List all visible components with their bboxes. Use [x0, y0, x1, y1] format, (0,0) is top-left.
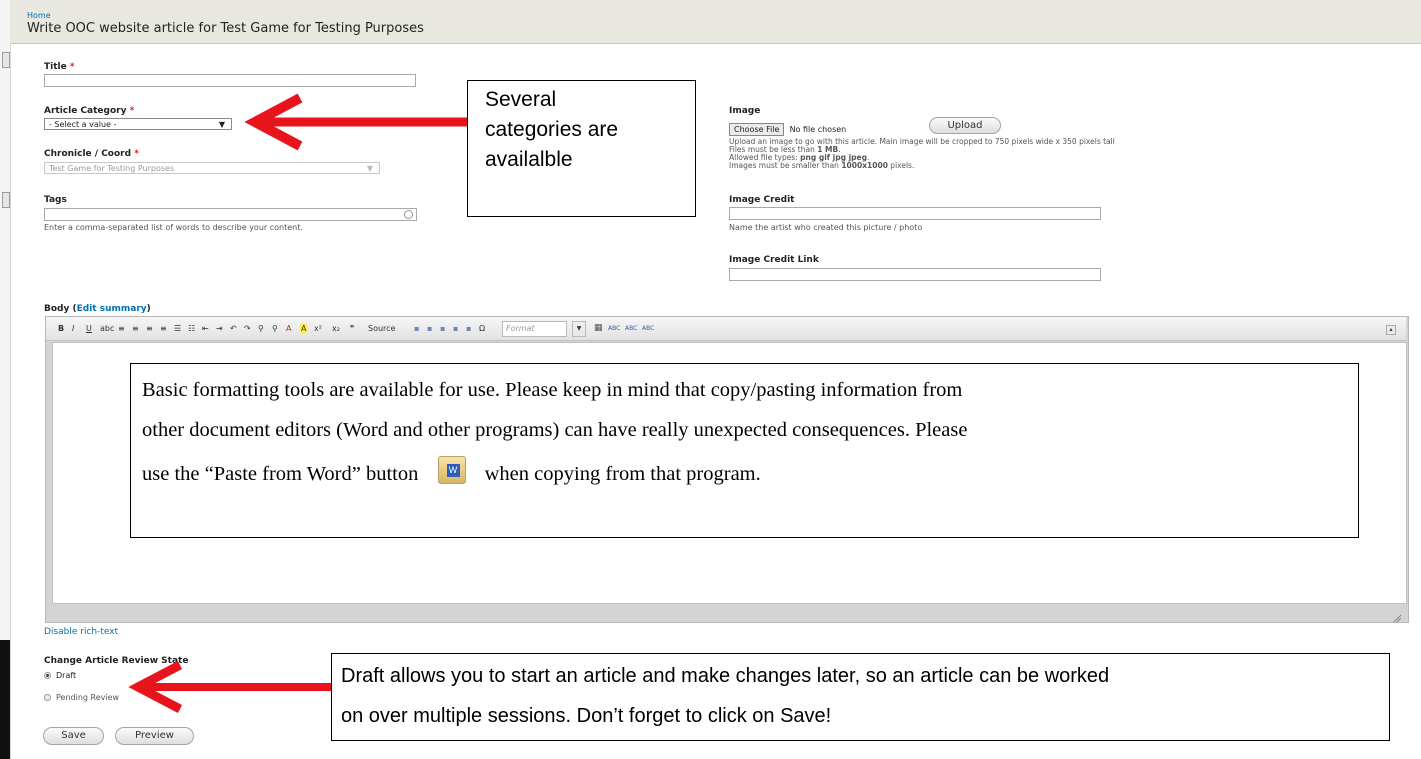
- blockquote-icon[interactable]: ❞: [350, 323, 354, 334]
- chronicle-value: Test Game for Testing Purposes: [49, 164, 175, 173]
- review-option-pending[interactable]: Pending Review: [44, 693, 119, 702]
- required-mark: *: [69, 62, 75, 72]
- bold-icon[interactable]: B: [58, 323, 64, 334]
- arrow-to-draft-icon: [128, 661, 333, 713]
- review-option-draft[interactable]: Draft: [44, 671, 76, 680]
- outdent-icon[interactable]: ⇤: [202, 323, 209, 334]
- superscript-icon[interactable]: x²: [314, 323, 322, 334]
- image-credit-link-label: Image Credit Link: [729, 255, 819, 265]
- tags-description: Enter a comma-separated list of words to…: [44, 223, 303, 232]
- bulleted-list-icon[interactable]: ☰: [174, 323, 181, 334]
- window-dark-strip: [0, 640, 10, 759]
- undo-icon[interactable]: ↶: [230, 323, 237, 334]
- indent-icon[interactable]: ⇥: [216, 323, 223, 334]
- subscript-icon[interactable]: x₂: [332, 323, 340, 334]
- page-title: Write OOC website article for Test Game …: [27, 21, 424, 36]
- required-mark: *: [129, 106, 135, 116]
- paste-from-word-icon: W: [437, 456, 466, 484]
- arrow-to-category-icon: [245, 93, 467, 151]
- article-category-select[interactable]: - Select a value - ▼: [44, 118, 232, 130]
- underline-icon[interactable]: U: [86, 323, 92, 334]
- spellcheck-icon[interactable]: ABC: [608, 323, 620, 334]
- source-button[interactable]: Source: [368, 323, 395, 334]
- edge-tab: [2, 192, 10, 208]
- save-button[interactable]: Save: [43, 727, 104, 745]
- tags-label: Tags: [44, 195, 67, 205]
- radio-label: Draft: [56, 671, 77, 680]
- callout-text: Basic formatting tools are available for…: [142, 379, 963, 401]
- editor-toolbar: B I Uabc ≡ ≡ ≡ ≡ ☰ ☷ ⇤ ⇥ ↶ ↷ ⚲ ⚲ A Ax² x₂ ❞ Source ▪ ▪ ▪ ▪ ▪ Ω For…: [46, 317, 1406, 341]
- image-icon[interactable]: ▪: [453, 323, 458, 334]
- article-category-value: - Select a value -: [49, 120, 117, 129]
- body-label: Body (Edit summary): [44, 304, 151, 314]
- chronicle-label: Chronicle / Coord *: [44, 149, 139, 159]
- tags-input[interactable]: [44, 208, 417, 221]
- radio-pending[interactable]: [44, 694, 51, 701]
- bg-color-icon[interactable]: A: [300, 323, 308, 334]
- text-color-icon[interactable]: A: [286, 323, 291, 334]
- callout-draft: Draft allows you to start an article and…: [331, 653, 1390, 741]
- image-credit-label: Image Credit: [729, 195, 795, 205]
- chronicle-select[interactable]: Test Game for Testing Purposes ▼: [44, 162, 380, 174]
- radio-label: Pending Review: [56, 693, 120, 702]
- strikethrough-icon[interactable]: abc: [100, 323, 114, 334]
- table-icon[interactable]: ▦: [594, 323, 603, 334]
- toolbar-collapse-icon[interactable]: ▴: [1386, 325, 1396, 335]
- callout-text: categories are: [485, 118, 619, 141]
- no-file-text: No file chosen: [789, 125, 847, 134]
- window-left-edge: [0, 0, 11, 759]
- align-justify-icon[interactable]: ≡: [160, 323, 167, 334]
- required-mark: *: [134, 149, 139, 159]
- special-char-icon[interactable]: Ω: [479, 323, 485, 334]
- radio-draft[interactable]: [44, 672, 51, 679]
- callout-text: Several: [485, 88, 557, 111]
- callout-text: on over multiple sessions. Don’t forget …: [341, 705, 832, 727]
- image-description: Upload an image to go with this article.…: [729, 138, 1115, 170]
- image-desc-line: Images must be smaller than 1000x1000 pi…: [729, 161, 915, 170]
- callout-text: availalble: [485, 148, 573, 171]
- numbered-list-icon[interactable]: ☷: [188, 323, 195, 334]
- edit-summary-link[interactable]: Edit summary: [77, 304, 147, 314]
- callout-text: other document editors (Word and other p…: [142, 419, 968, 441]
- article-category-label: Article Category *: [44, 106, 135, 116]
- image-credit-link-input[interactable]: [729, 268, 1101, 281]
- image-credit-input[interactable]: [729, 207, 1101, 220]
- horizontal-rule-icon[interactable]: ▪: [414, 323, 419, 334]
- edge-tab: [2, 52, 10, 68]
- image-credit-description: Name the artist who created this picture…: [729, 223, 923, 232]
- upload-button[interactable]: Upload: [929, 117, 1001, 134]
- callout-text: Draft allows you to start an article and…: [341, 665, 1110, 687]
- choose-file-button[interactable]: Choose File: [729, 123, 785, 136]
- title-input[interactable]: [44, 74, 416, 87]
- dropdown-caret-icon: ▼: [366, 164, 373, 173]
- title-label: Title *: [44, 62, 75, 72]
- format-dropdown-icon[interactable]: ▼: [572, 321, 586, 337]
- align-left-icon[interactable]: ≡: [118, 323, 125, 334]
- image-file-picker: Choose File No file chosen: [729, 119, 847, 136]
- paste-text-icon[interactable]: ▪: [427, 323, 432, 334]
- scayt-icon[interactable]: ABC: [625, 323, 637, 334]
- paste-word-icon[interactable]: ▪: [440, 323, 445, 334]
- autocomplete-throbber-icon: [404, 210, 413, 219]
- unlink-icon[interactable]: ⚲: [272, 323, 278, 334]
- dropdown-caret-icon: ▼: [218, 120, 225, 129]
- preview-button[interactable]: Preview: [115, 727, 194, 745]
- callout-formatting: Basic formatting tools are available for…: [130, 363, 1359, 538]
- align-right-icon[interactable]: ≡: [146, 323, 153, 334]
- align-center-icon[interactable]: ≡: [132, 323, 139, 334]
- redo-icon[interactable]: ↷: [244, 323, 251, 334]
- resize-grip-icon[interactable]: [1392, 608, 1402, 623]
- callout-text: use the “Paste from Word” button W when …: [142, 450, 967, 498]
- spell-options-icon[interactable]: ABC: [642, 323, 654, 334]
- remove-format-icon[interactable]: ▪: [466, 323, 471, 334]
- link-icon[interactable]: ⚲: [258, 323, 264, 334]
- image-label: Image: [729, 106, 761, 116]
- breadcrumb-home[interactable]: Home: [27, 11, 51, 20]
- callout-categories: Several categories are availalble: [467, 80, 696, 217]
- format-select[interactable]: Format: [502, 321, 567, 337]
- italic-icon[interactable]: I: [72, 323, 74, 334]
- disable-richtext-link[interactable]: Disable rich-text: [44, 627, 118, 637]
